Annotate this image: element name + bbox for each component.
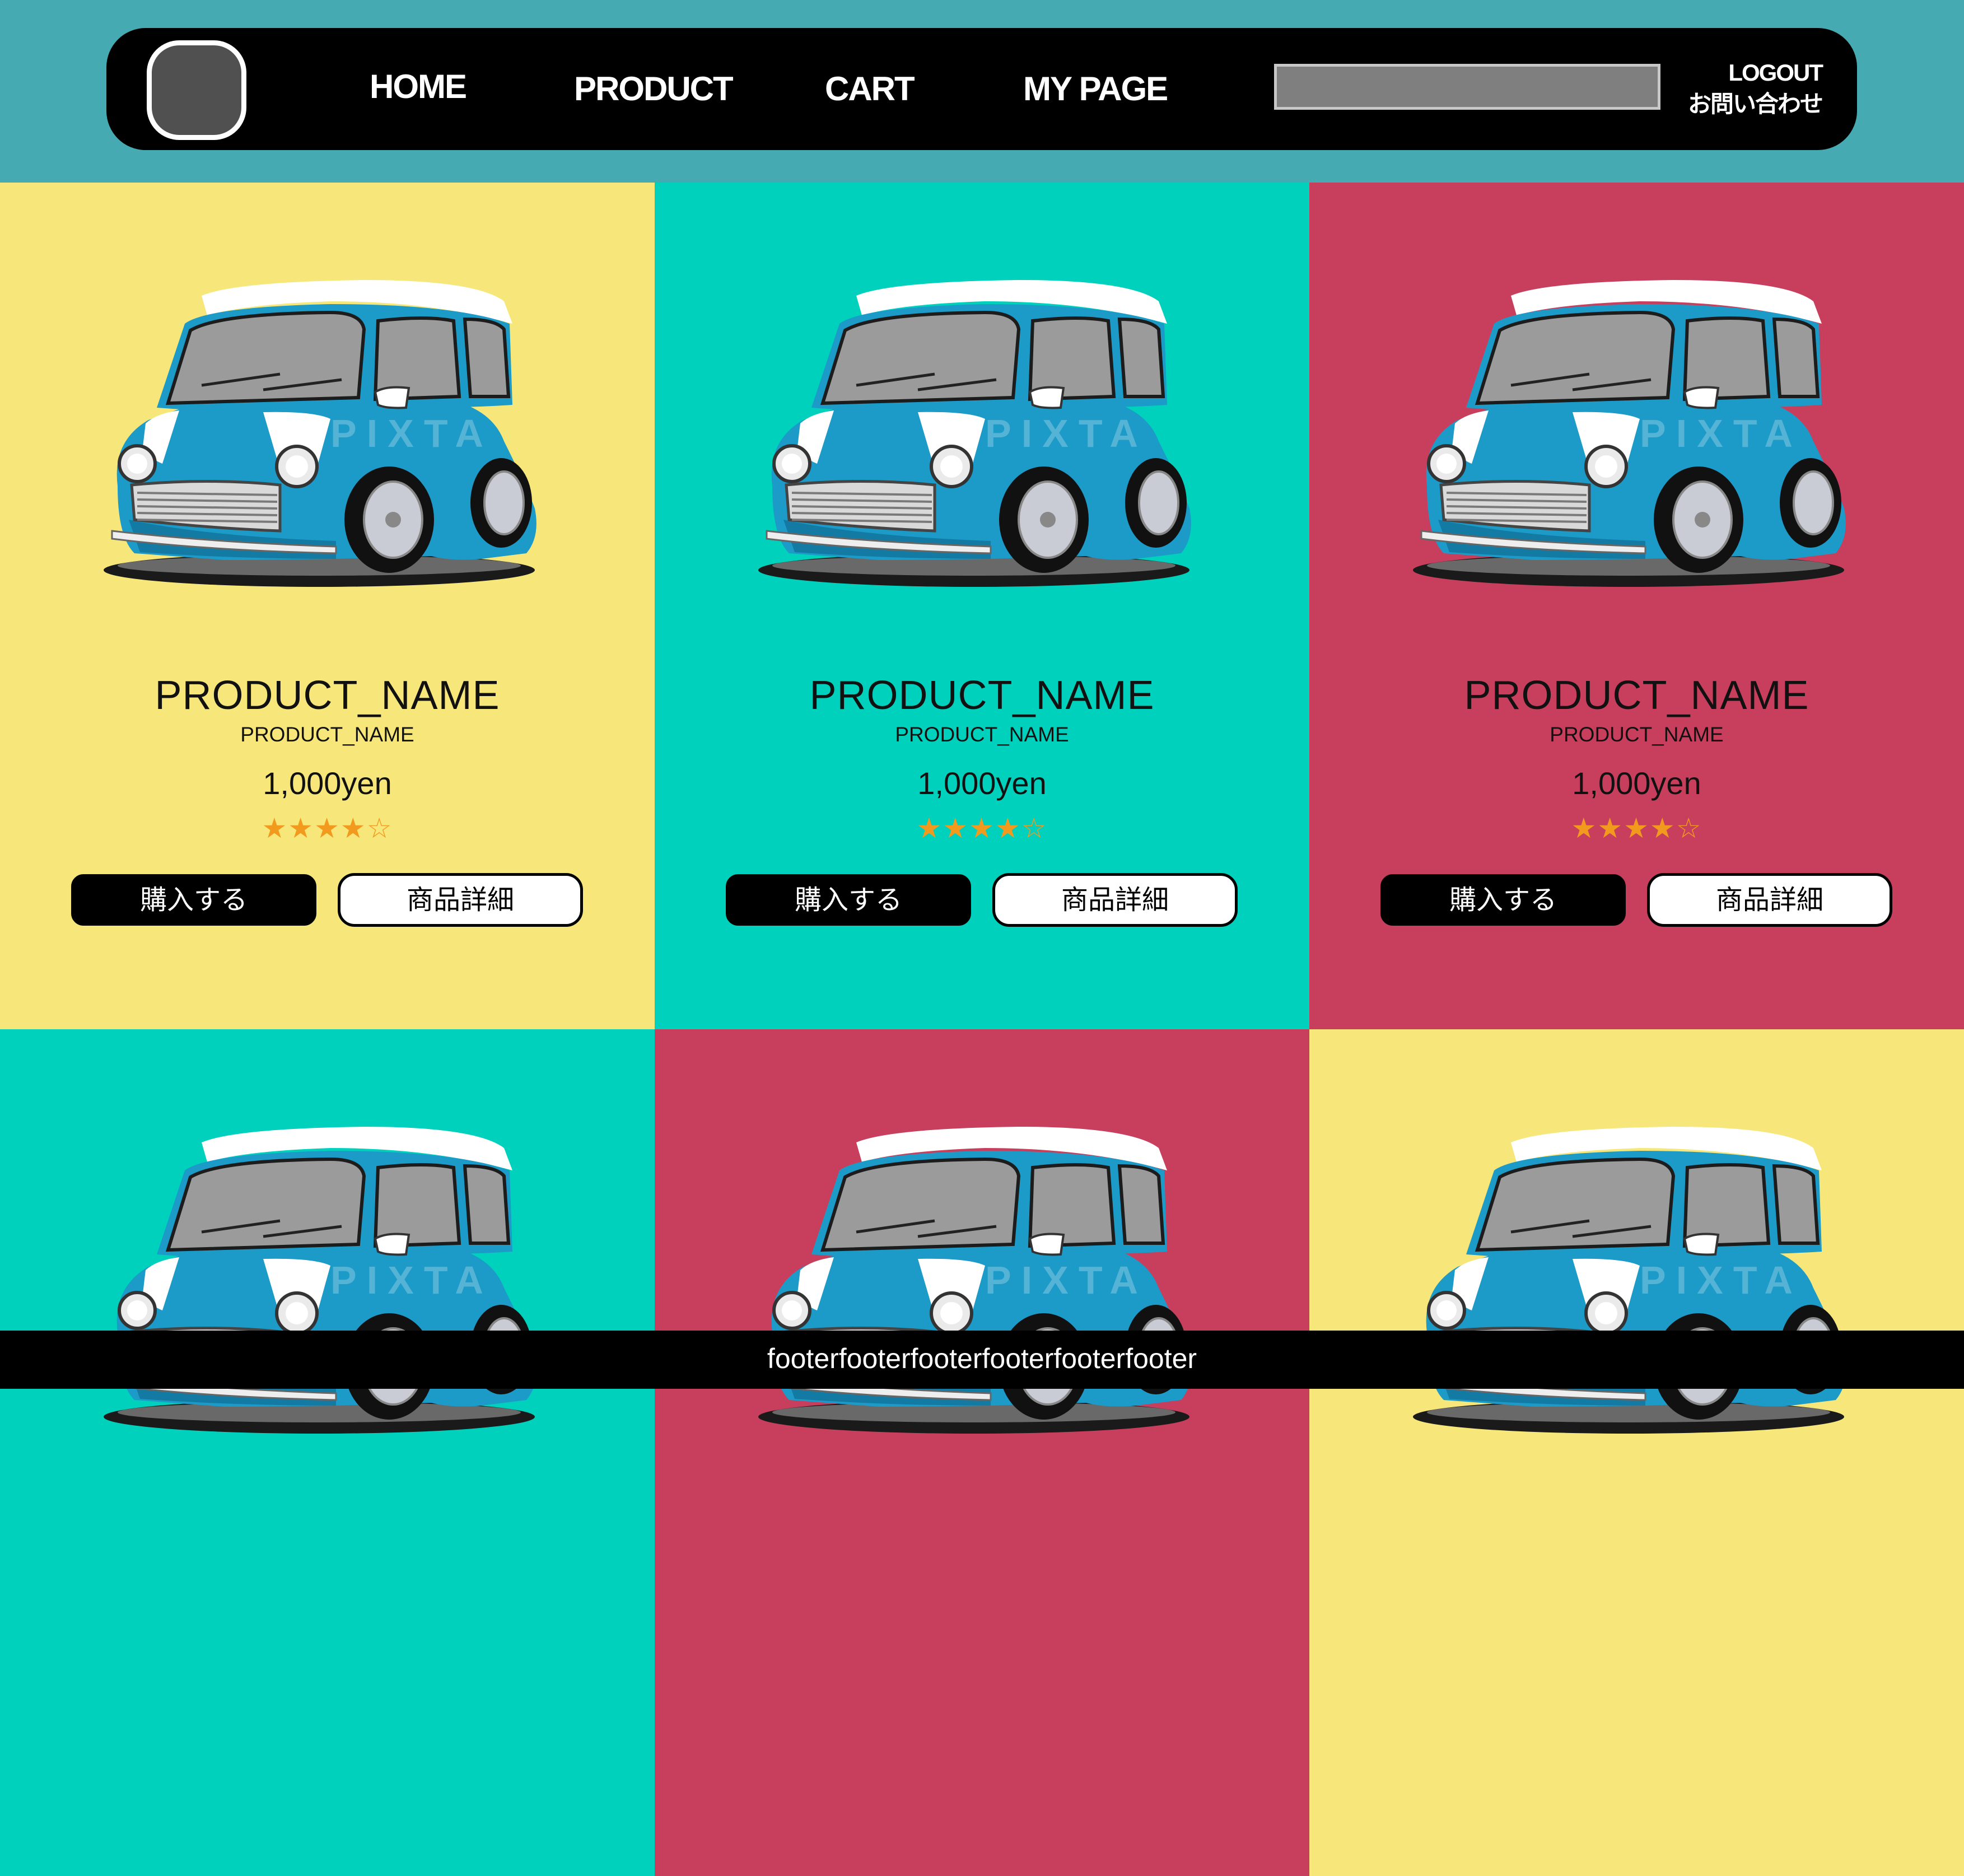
product-subname: PRODUCT_NAME xyxy=(1550,723,1724,746)
product-name: PRODUCT_NAME xyxy=(155,673,500,718)
footer: footerfooterfooterfooterfooterfooter xyxy=(0,1331,1964,1389)
details-button[interactable]: 商品詳細 xyxy=(1647,873,1892,927)
car-image[interactable] xyxy=(1405,1120,1853,1437)
product-card-1: PRODUCT_NAME PRODUCT_NAME 1,000yen ★★★★☆… xyxy=(0,183,655,1029)
details-button[interactable]: 商品詳細 xyxy=(338,873,583,927)
product-price: 1,000yen xyxy=(263,766,392,801)
logo[interactable] xyxy=(147,40,246,140)
product-card-5 xyxy=(655,1029,1309,1876)
product-card-6 xyxy=(1309,1029,1964,1876)
car-image[interactable] xyxy=(1405,273,1853,590)
user-links: LOGOUT お問い合わせ xyxy=(1688,57,1823,120)
product-name: PRODUCT_NAME xyxy=(809,673,1155,718)
nav-cart[interactable]: CART xyxy=(825,28,915,150)
buy-button[interactable]: 購入する xyxy=(1380,874,1626,926)
product-price: 1,000yen xyxy=(917,766,1047,801)
nav-product[interactable]: PRODUCT xyxy=(574,28,734,150)
product-card-3: PRODUCT_NAME PRODUCT_NAME 1,000yen ★★★★☆… xyxy=(1309,183,1964,1029)
nav-my-page[interactable]: MY PAGE xyxy=(1023,28,1168,150)
product-price: 1,000yen xyxy=(1572,766,1701,801)
buy-button[interactable]: 購入する xyxy=(726,874,971,926)
search-input[interactable] xyxy=(1274,64,1660,110)
rating-stars: ★★★★☆ xyxy=(262,812,393,844)
rating-stars: ★★★★☆ xyxy=(916,812,1048,844)
rating-stars: ★★★★☆ xyxy=(1571,812,1702,844)
contact-link[interactable]: お問い合わせ xyxy=(1688,88,1823,120)
car-image[interactable] xyxy=(95,1120,543,1437)
car-image[interactable] xyxy=(95,273,543,590)
product-name: PRODUCT_NAME xyxy=(1464,673,1809,718)
nav-home[interactable]: HOME xyxy=(370,28,467,150)
buy-button[interactable]: 購入する xyxy=(71,874,316,926)
product-subname: PRODUCT_NAME xyxy=(240,723,414,746)
product-subname: PRODUCT_NAME xyxy=(895,723,1069,746)
product-card-2: PRODUCT_NAME PRODUCT_NAME 1,000yen ★★★★☆… xyxy=(655,183,1309,1029)
navbar: HOME PRODUCT CART MY PAGE LOGOUT お問い合わせ xyxy=(106,28,1857,150)
car-image[interactable] xyxy=(750,273,1198,590)
product-card-4 xyxy=(0,1029,655,1876)
logout-link[interactable]: LOGOUT xyxy=(1688,57,1823,88)
car-image[interactable] xyxy=(750,1120,1198,1437)
details-button[interactable]: 商品詳細 xyxy=(992,873,1238,927)
